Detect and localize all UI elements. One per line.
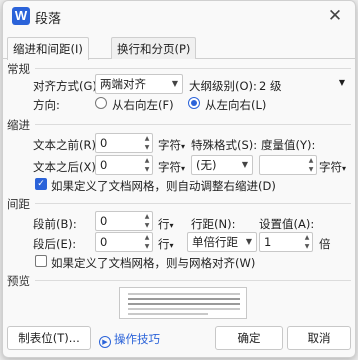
- spacing-before-input[interactable]: 0 ▲ ▼: [95, 211, 153, 231]
- outline-value: 2 级: [259, 79, 282, 93]
- paragraph-dialog: W 段落 ✕ 缩进和间距(I) 换行和分页(P) 常规 对齐方式(G): 两端对…: [2, 0, 356, 358]
- spacing-after-unit[interactable]: 行▾: [158, 236, 174, 252]
- indent-grid-checkbox[interactable]: ✓: [35, 178, 47, 190]
- spinner-arrows-icon[interactable]: ▲ ▼: [142, 212, 152, 230]
- close-icon[interactable]: ✕: [325, 6, 345, 26]
- indent-before-unit[interactable]: 字符▾: [158, 137, 185, 153]
- radio-ltr-label: 从左向右(L): [205, 98, 267, 112]
- tab-indent-spacing[interactable]: 缩进和间距(I): [7, 37, 89, 60]
- spinner-arrows-icon[interactable]: ▲ ▼: [142, 156, 152, 174]
- divider: [35, 280, 351, 281]
- indent-after-input[interactable]: 0 ▲ ▼: [95, 155, 153, 175]
- chevron-down-icon: ▼: [245, 237, 252, 246]
- spacing-grid-label: 如果定义了文档网格，则与网格对齐(W): [51, 256, 256, 270]
- line-spacing-value: 单倍行距: [192, 235, 238, 249]
- spacing-after-value: 0: [100, 235, 108, 249]
- paragraph-preview: [119, 287, 247, 319]
- spacing-before-value: 0: [100, 214, 108, 228]
- ok-button[interactable]: 确定: [215, 326, 283, 350]
- wps-writer-icon: W: [12, 7, 30, 25]
- outline-select[interactable]: 2 级 ▼: [259, 74, 349, 94]
- title-bar: W 段落 ✕: [3, 1, 355, 35]
- spacing-grid-checkbox[interactable]: [35, 255, 47, 267]
- line-spacing-label: 行距(N):: [191, 217, 236, 231]
- spinner-arrows-icon[interactable]: ▲ ▼: [306, 156, 316, 174]
- indent-before-label: 文本之前(R):: [33, 138, 100, 152]
- preview-line: [128, 303, 240, 305]
- setting-value-input[interactable]: 1 ▲ ▼: [259, 232, 313, 252]
- spinner-arrows-icon[interactable]: ▲ ▼: [142, 134, 152, 152]
- indent-after-value: 0: [100, 158, 108, 172]
- outline-label: 大纲级别(O):: [189, 79, 257, 93]
- setting-value-label: 设置值(A):: [259, 217, 315, 231]
- preview-line: [128, 308, 240, 310]
- indent-grid-label: 如果定义了文档网格，则自动调整右缩进(D): [51, 179, 276, 193]
- radio-ltr[interactable]: [188, 97, 200, 109]
- divider: [35, 68, 351, 69]
- dialog-title: 段落: [35, 12, 62, 27]
- preview-line: [128, 293, 240, 295]
- measure-label: 度量值(Y):: [261, 138, 316, 152]
- section-spacing: 间距: [7, 197, 30, 211]
- spacing-before-unit[interactable]: 行▾: [158, 216, 174, 232]
- special-format-label: 特殊格式(S):: [191, 138, 258, 152]
- special-format-value: (无): [196, 158, 217, 172]
- radio-rtl-label: 从右向左(F): [112, 98, 174, 112]
- alignment-value: 两端对齐: [100, 77, 146, 91]
- divider: [35, 203, 351, 204]
- spacing-after-label: 段后(E):: [33, 237, 77, 251]
- section-preview: 预览: [7, 274, 30, 288]
- tips-link-label: 操作技巧: [114, 332, 160, 346]
- chevron-down-icon: ▼: [338, 78, 345, 87]
- spinner-arrows-icon[interactable]: ▲ ▼: [142, 233, 152, 251]
- setting-value-unit: 倍: [319, 237, 331, 251]
- spacing-after-input[interactable]: 0 ▲ ▼: [95, 232, 153, 252]
- measure-input[interactable]: ▲ ▼: [259, 155, 317, 175]
- preview-line: [128, 298, 240, 300]
- line-spacing-select[interactable]: 单倍行距 ▼: [187, 232, 257, 252]
- cancel-button[interactable]: 取消: [287, 326, 351, 350]
- tab-bar: 缩进和间距(I) 换行和分页(P): [3, 37, 355, 60]
- section-general: 常规: [7, 62, 30, 76]
- special-format-select[interactable]: (无) ▼: [191, 155, 253, 175]
- tab-line-page-breaks[interactable]: 换行和分页(P): [111, 37, 197, 59]
- spinner-arrows-icon[interactable]: ▲ ▼: [302, 233, 312, 251]
- tab-stops-button[interactable]: 制表位(T)...: [7, 326, 91, 350]
- spacing-before-label: 段前(B):: [33, 217, 77, 231]
- measure-unit[interactable]: 字符▾: [319, 159, 346, 175]
- indent-before-value: 0: [100, 136, 108, 150]
- play-icon: ▶: [99, 336, 111, 348]
- chevron-down-icon: ▼: [241, 160, 248, 169]
- section-indent: 缩进: [7, 118, 30, 132]
- preview-line: [128, 313, 208, 315]
- direction-label: 方向:: [33, 98, 60, 112]
- alignment-select[interactable]: 两端对齐 ▼: [95, 74, 183, 94]
- alignment-label: 对齐方式(G):: [33, 79, 101, 93]
- chevron-down-icon: ▼: [171, 79, 178, 88]
- setting-value-value: 1: [264, 235, 272, 249]
- tips-link[interactable]: ▶ 操作技巧: [99, 331, 160, 348]
- radio-rtl[interactable]: [95, 97, 107, 109]
- indent-after-label: 文本之后(X):: [33, 160, 100, 174]
- indent-before-input[interactable]: 0 ▲ ▼: [95, 133, 153, 153]
- indent-after-unit[interactable]: 字符▾: [158, 159, 185, 175]
- divider: [35, 124, 351, 125]
